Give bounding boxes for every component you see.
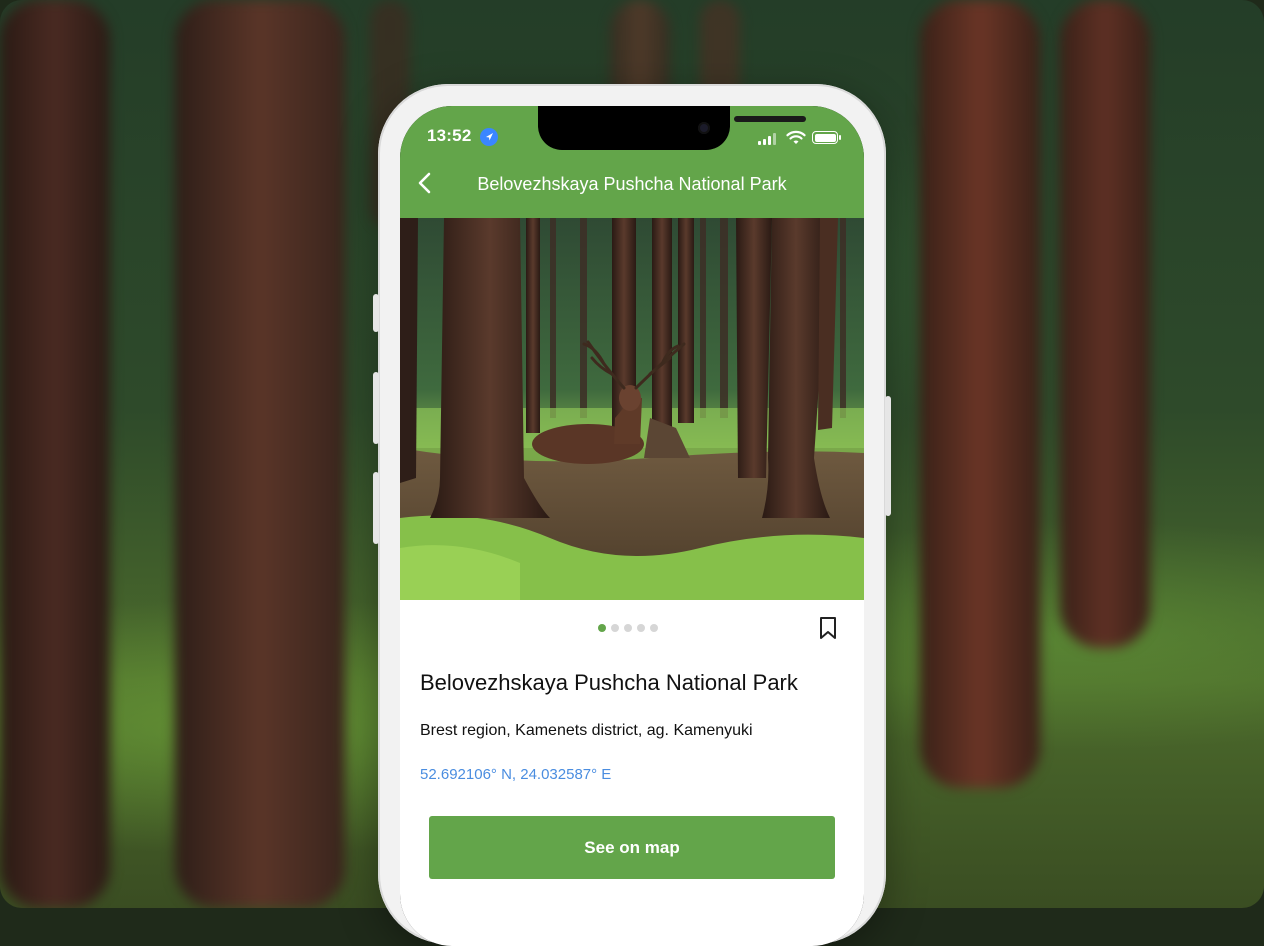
background-tree bbox=[1060, 0, 1150, 648]
place-details: Belovezhskaya Pushcha National Park Bres… bbox=[400, 600, 864, 946]
pager-dot[interactable] bbox=[637, 624, 645, 632]
place-photo[interactable] bbox=[400, 218, 864, 600]
background-tree bbox=[175, 0, 345, 908]
pager-dot[interactable] bbox=[650, 624, 658, 632]
chevron-left-icon[interactable] bbox=[414, 168, 438, 198]
front-camera bbox=[698, 122, 710, 134]
status-bar: 13:52 bbox=[400, 106, 864, 150]
volume-down-button bbox=[373, 472, 379, 544]
pager-dot[interactable] bbox=[611, 624, 619, 632]
nav-bar: Belovezhskaya Pushcha National Park bbox=[400, 150, 864, 218]
battery-icon bbox=[812, 131, 841, 144]
nav-title: Belovezhskaya Pushcha National Park bbox=[477, 174, 787, 194]
power-button bbox=[885, 396, 891, 516]
background-tree bbox=[920, 0, 1040, 788]
place-address: Brest region, Kamenets district, ag. Kam… bbox=[420, 722, 753, 739]
bookmark-icon[interactable] bbox=[818, 616, 838, 640]
speaker bbox=[734, 116, 806, 122]
place-coordinates[interactable]: 52.692106° N, 24.032587° E bbox=[420, 766, 611, 783]
wifi-icon bbox=[786, 130, 806, 144]
cellular-signal-icon bbox=[758, 133, 780, 145]
phone-frame: 13:52 Belovezhskaya Pushcha National Par… bbox=[373, 84, 891, 946]
mute-switch bbox=[373, 294, 379, 332]
phone-screen: 13:52 Belovezhskaya Pushcha National Par… bbox=[400, 106, 864, 946]
background-tree bbox=[0, 0, 110, 908]
see-on-map-button[interactable]: See on map bbox=[429, 816, 835, 879]
volume-up-button bbox=[373, 372, 379, 444]
deer-forest-photo bbox=[400, 218, 864, 600]
status-time: 13:52 bbox=[427, 126, 472, 145]
pager-dot[interactable] bbox=[624, 624, 632, 632]
pager-dot-active[interactable] bbox=[598, 624, 606, 632]
photo-pager[interactable] bbox=[598, 624, 658, 632]
notch bbox=[538, 106, 806, 150]
location-arrow-icon bbox=[480, 128, 498, 146]
place-title: Belovezhskaya Pushcha National Park bbox=[420, 670, 798, 695]
